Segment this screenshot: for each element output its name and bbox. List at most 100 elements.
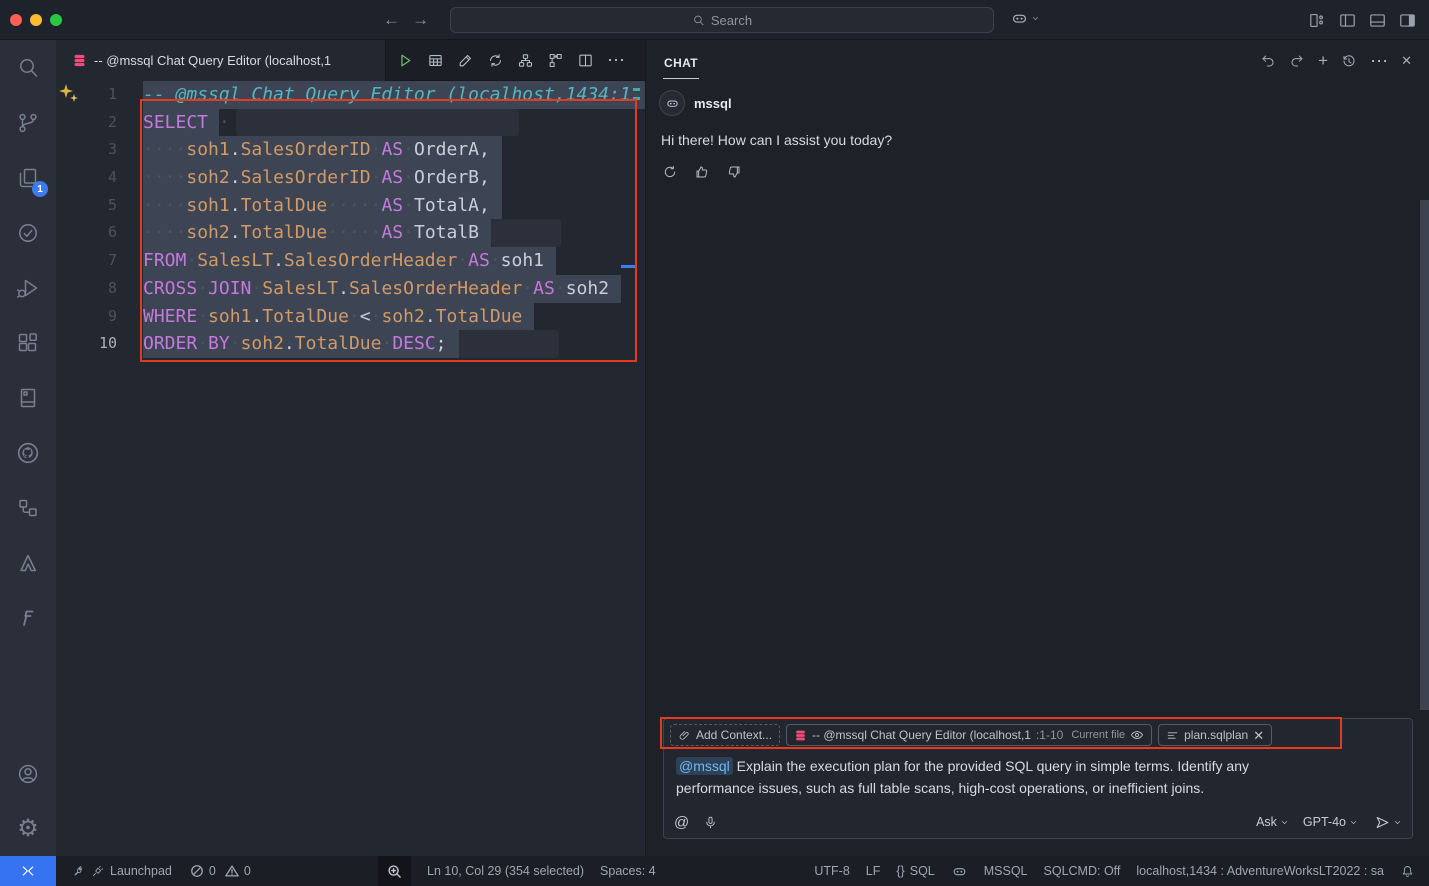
sidebar-item-extensions[interactable] [0,315,56,370]
activity-bar: 1 [0,40,56,856]
toggle-panel-icon[interactable] [1368,11,1387,30]
magnifier-plus-icon [387,864,402,879]
copilot-icon [1010,9,1029,28]
code-line[interactable]: 7FROM·SalesLT.SalesOrderHeader·AS·soh1 [56,247,645,275]
remove-context-icon[interactable]: ✕ [1253,729,1264,742]
code-line[interactable]: 2SELECT· [56,109,645,137]
context-chip-plan[interactable]: plan.sqlplan ✕ [1158,724,1272,746]
code-line[interactable]: 9WHERE·soh1.TotalDue·<·soh2.TotalDue [56,303,645,331]
editor-cursor [621,265,637,268]
connection-indicator[interactable]: localhost,1434 : AdventureWorksLT2022 : … [1136,864,1384,878]
mention-chip: @mssql [676,757,733,775]
code-line[interactable]: 10ORDER·BY·soh2.TotalDue·DESC; [56,330,645,358]
sidebar-item-search[interactable] [0,40,56,95]
chat-input-widget[interactable]: Add Context... -- @mssql Chat Query Edit… [663,718,1413,839]
actual-plan-icon[interactable] [547,52,564,69]
editor-tab[interactable]: -- @mssql Chat Query Editor (localhost,1 [56,40,386,81]
history-icon[interactable] [1341,53,1357,69]
code-line[interactable]: 3····soh1.SalesOrderID·AS·OrderA, [56,136,645,164]
indentation-indicator[interactable]: Spaces: 4 [600,864,656,878]
copilot-sparkle-icon[interactable] [59,84,79,104]
sidebar-item-sql-server[interactable] [0,480,56,535]
chat-input-text[interactable]: @mssql Explain the execution plan for th… [664,746,1340,799]
thumbs-up-button[interactable] [691,161,713,183]
sidebar-item-notebook[interactable] [0,370,56,425]
list-file-icon [1166,729,1179,742]
traffic-lights [0,14,70,26]
minimize-window-button[interactable] [30,14,42,26]
run-query-icon[interactable] [397,52,414,69]
retry-button[interactable] [659,161,681,183]
send-button[interactable] [1374,814,1402,831]
chevron-down-icon [1280,818,1289,827]
microphone-icon[interactable] [703,815,718,830]
customize-layout-icon[interactable] [1308,11,1327,30]
parse-brush-icon[interactable] [457,52,474,69]
debug-icon [16,276,40,300]
code-line[interactable]: 5····soh1.TotalDue·····AS·TotalA, [56,192,645,220]
back-arrow-icon[interactable]: ← [383,10,400,30]
sidebar-item-fabric[interactable] [0,590,56,645]
mssql-indicator[interactable]: MSSQL [984,864,1028,878]
sidebar-item-settings[interactable]: ⚙ [0,801,56,856]
undo-icon[interactable] [1260,53,1276,69]
sidebar-item-run-debug[interactable] [0,260,56,315]
eol-indicator[interactable]: LF [866,864,881,878]
code-line[interactable]: 1-- @mssql Chat Query Editor (localhost,… [56,81,645,109]
bell-icon[interactable] [1400,864,1415,879]
titlebar: ← → Search [0,0,1429,40]
sidebar-item-explorer[interactable]: 1 [0,150,56,205]
maximize-window-button[interactable] [50,14,62,26]
language-label: SQL [910,864,935,878]
code-line[interactable]: 6····soh2.TotalDue·····AS·TotalB [56,219,645,247]
estimated-plan-icon[interactable] [487,52,504,69]
toggle-primary-sidebar-icon[interactable] [1338,11,1357,30]
search-input[interactable]: Search [450,7,994,33]
sidebar-item-azure[interactable] [0,535,56,590]
language-mode[interactable]: {}SQL [896,864,934,878]
code-line[interactable]: 8CROSS·JOIN·SalesLT.SalesOrderHeader·AS·… [56,275,645,303]
thumbs-down-button[interactable] [723,161,745,183]
code-line[interactable]: 4····soh2.SalesOrderID·AS·OrderB, [56,164,645,192]
code-editor[interactable]: 1-- @mssql Chat Query Editor (localhost,… [56,81,645,856]
context-chip-current-file[interactable]: -- @mssql Chat Query Editor (localhost,1… [786,724,1152,746]
robot-icon [665,96,680,111]
forward-arrow-icon[interactable]: → [412,10,429,30]
sidebar-item-tasks[interactable] [0,205,56,260]
mode-dropdown[interactable]: Ask [1252,813,1293,831]
sidebar-item-account[interactable] [0,746,56,801]
avatar [659,90,685,116]
cursor-position[interactable]: Ln 10, Col 29 (354 selected) [427,864,584,878]
more-actions-icon[interactable]: ⋯ [1370,52,1388,70]
launchpad-button[interactable]: Launchpad [72,864,172,878]
mention-button[interactable]: @ [674,814,689,831]
tab-title: -- @mssql Chat Query Editor (localhost,1 [94,53,331,68]
line-number: 5 [56,192,118,220]
copilot-status-icon[interactable] [951,863,968,880]
toggle-secondary-sidebar-icon[interactable] [1398,11,1417,30]
add-context-button[interactable]: Add Context... [670,724,780,746]
more-actions-icon[interactable]: ⋯ [607,51,625,69]
encoding-indicator[interactable]: UTF-8 [814,864,849,878]
sqlcmd-indicator[interactable]: SQLCMD: Off [1044,864,1121,878]
problems-indicator[interactable]: 0 0 [190,864,251,878]
split-editor-icon[interactable] [577,52,594,69]
model-dropdown[interactable]: GPT-4o [1299,813,1362,831]
remote-indicator[interactable] [0,856,56,886]
close-icon[interactable]: ✕ [1401,54,1412,67]
close-window-button[interactable] [10,14,22,26]
sidebar-item-github[interactable] [0,425,56,480]
query-plan-icon[interactable] [517,52,534,69]
eye-icon[interactable] [1130,728,1144,742]
results-grid-icon[interactable] [427,52,444,69]
chat-scrollbar[interactable] [1420,200,1429,710]
new-chat-icon[interactable]: + [1318,52,1328,69]
sidebar-item-source-control[interactable] [0,95,56,150]
redo-icon[interactable] [1289,53,1305,69]
vscode-window: ← → Search 1 [0,0,1429,886]
copilot-menu-button[interactable] [1010,9,1040,28]
zoom-indicator[interactable] [378,856,411,886]
chat-panel-header: CHAT + ⋯ ✕ [646,40,1429,81]
tab-chat[interactable]: CHAT [663,43,699,79]
model-label: GPT-4o [1303,815,1346,829]
